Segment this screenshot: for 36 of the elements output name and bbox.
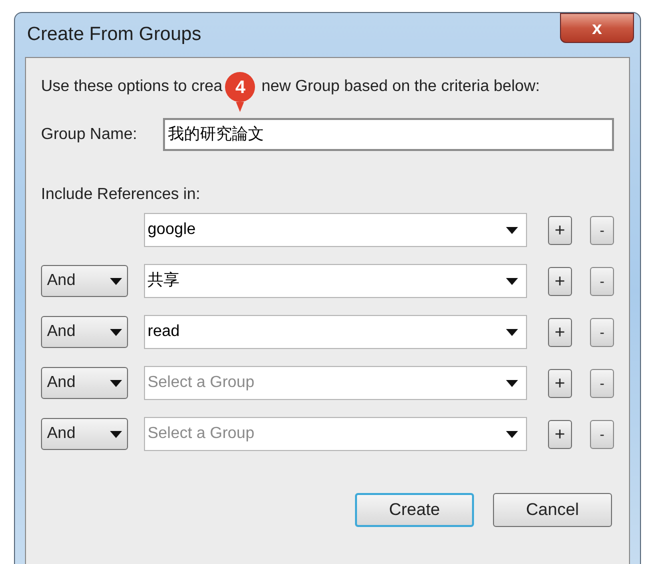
caret-icon [506, 328, 518, 336]
field-label: Group Name: [41, 124, 138, 144]
dialog-button[interactable]: Create [355, 493, 474, 527]
caret-icon [506, 430, 518, 438]
remove-button[interactable]: - [590, 420, 614, 448]
caret-icon [110, 328, 122, 336]
dialog-button[interactable]: Cancel [493, 493, 612, 527]
remove-button[interactable]: - [590, 368, 614, 398]
connector-dropdown[interactable]: And [41, 367, 128, 399]
caret-icon [110, 278, 122, 284]
add-button[interactable]: + [548, 368, 572, 398]
connector-dropdown[interactable]: And [41, 265, 128, 297]
section-label: Include References in: [41, 185, 202, 205]
group-dropdown[interactable]: read [144, 315, 527, 349]
remove-button[interactable]: - [590, 318, 614, 346]
caret-icon [110, 380, 122, 386]
add-button[interactable]: + [548, 216, 572, 244]
add-button[interactable]: + [548, 266, 572, 296]
connector-dropdown[interactable]: And [41, 316, 128, 348]
caret-icon [110, 430, 122, 438]
add-button[interactable]: + [548, 318, 572, 346]
group-dropdown[interactable]: 共享 [144, 264, 527, 298]
add-button[interactable]: + [548, 420, 572, 448]
close-button[interactable]: x [560, 13, 634, 43]
instruction-text: Use these options to crea [41, 77, 222, 97]
instruction-text: new Group based on the criteria below: [261, 77, 540, 97]
caret-icon [506, 226, 518, 234]
group-dropdown[interactable]: google [144, 213, 527, 247]
remove-button[interactable]: - [590, 216, 614, 244]
remove-button[interactable]: - [590, 266, 614, 296]
caret-icon [506, 380, 518, 386]
group-name-field[interactable]: 我的研究論文 [162, 118, 614, 151]
caret-icon [506, 278, 518, 284]
connector-dropdown[interactable]: And [41, 418, 128, 450]
window-title: Create From Groups [27, 22, 202, 47]
step-callout: 4 [225, 72, 256, 112]
